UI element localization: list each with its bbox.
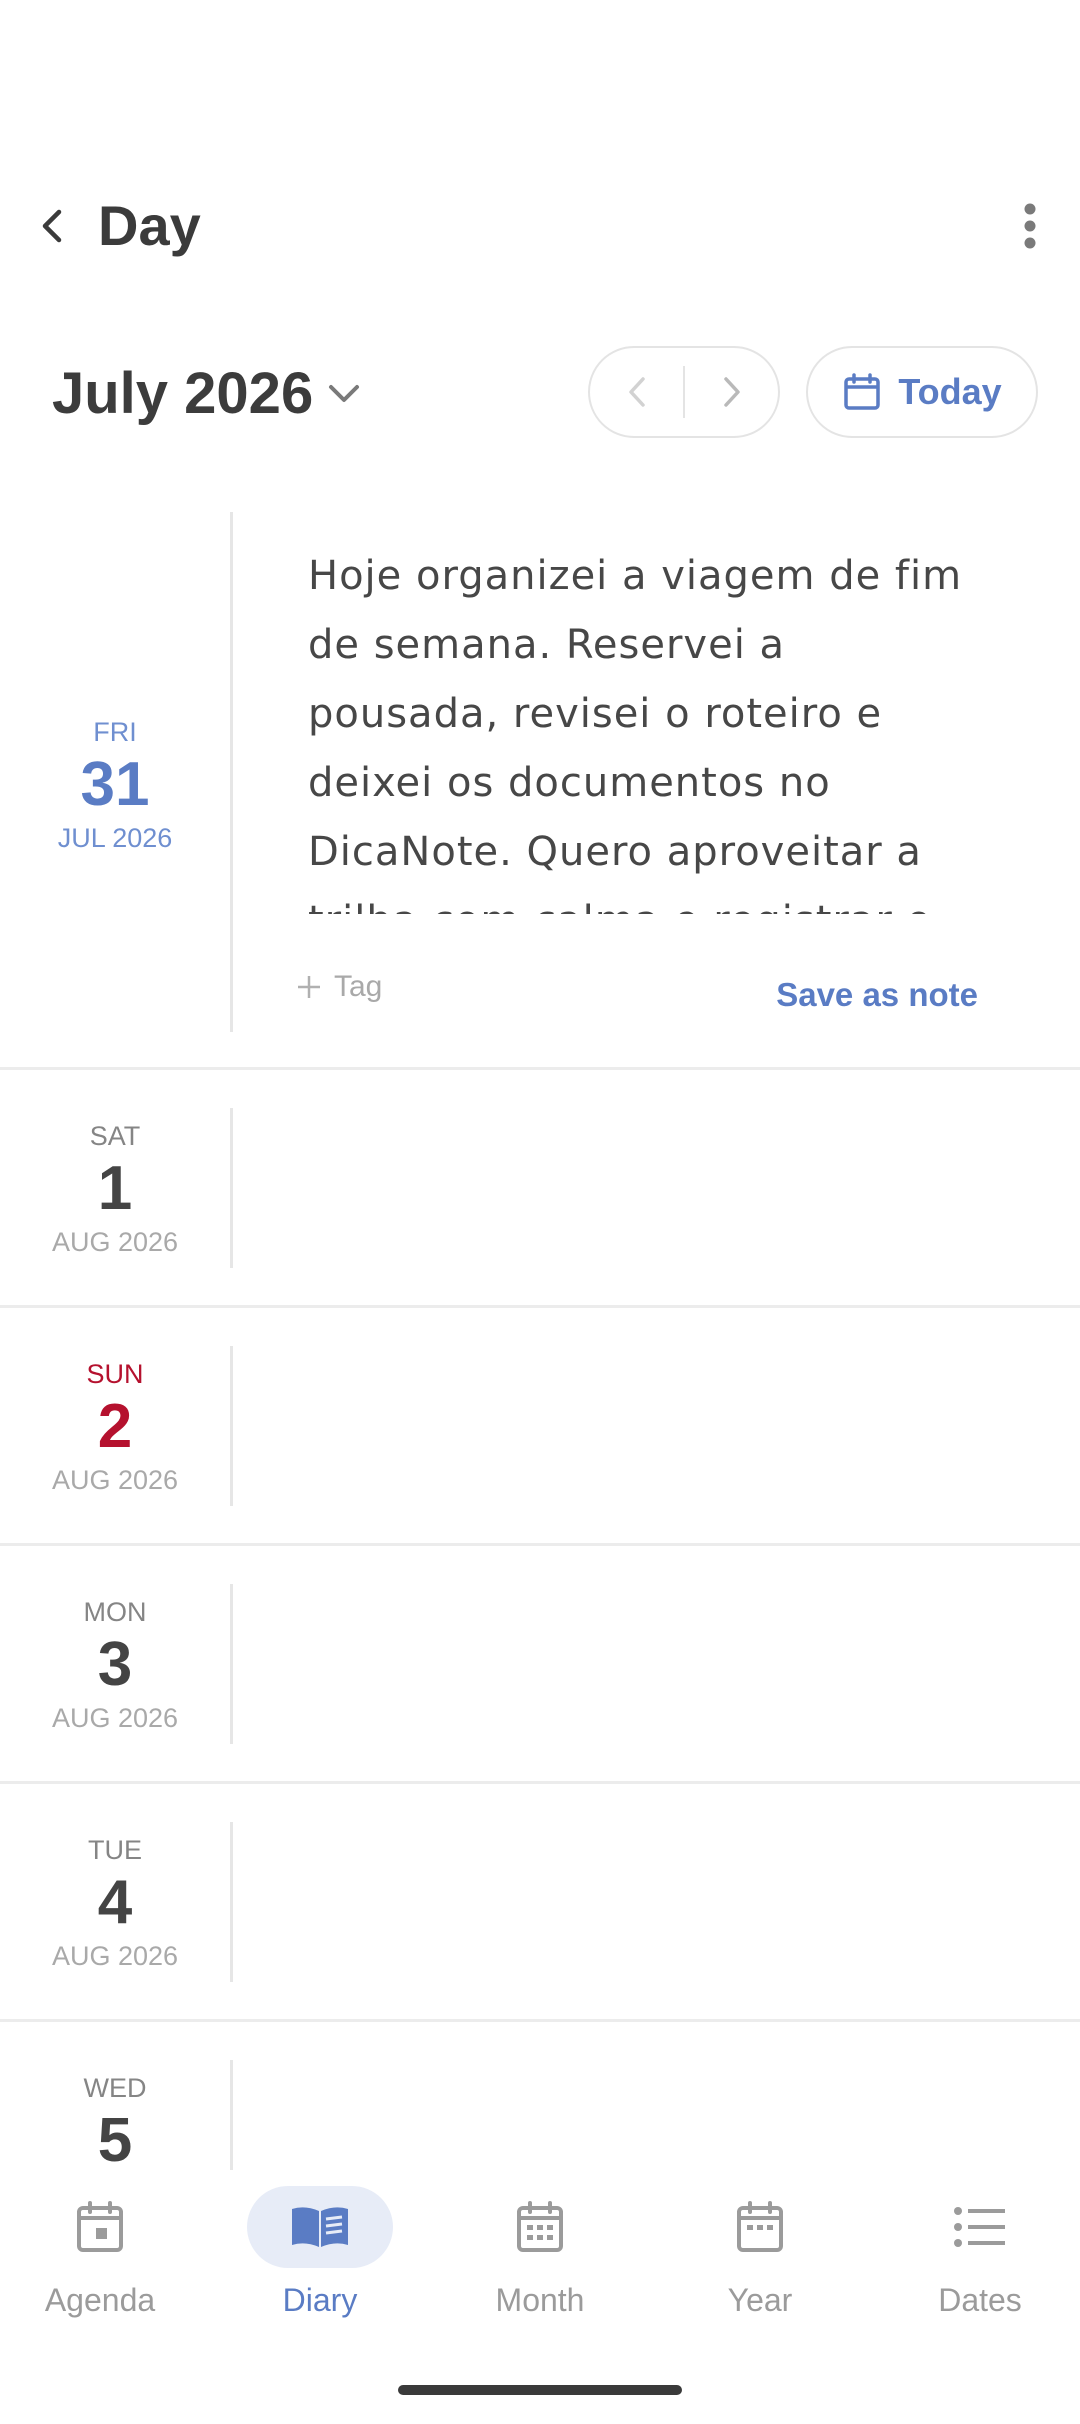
- save-as-note-button[interactable]: Save as note: [776, 976, 978, 1014]
- diary-day-row[interactable]: MON 3 AUG 2026: [0, 1546, 1080, 1784]
- nav-item-diary[interactable]: Diary: [220, 2186, 420, 2336]
- nav-label: Diary: [282, 2282, 358, 2318]
- back-button[interactable]: [22, 192, 82, 260]
- year-calendar-icon: [737, 2201, 783, 2252]
- day-number: 2: [97, 1392, 133, 1461]
- day-number: 4: [97, 1868, 133, 1937]
- date-divider: [230, 512, 233, 1032]
- month-calendar-icon: [517, 2201, 563, 2252]
- date-divider: [230, 1822, 233, 1982]
- add-tag-button[interactable]: Tag: [296, 970, 382, 1004]
- plus-icon: [298, 976, 320, 998]
- month-label: July 2026: [52, 361, 314, 426]
- page-title: Day: [98, 194, 201, 257]
- date-column: SUN 2 AUG 2026: [0, 1308, 230, 1546]
- day-of-week: TUE: [88, 1835, 142, 1865]
- agenda-icon: [77, 2201, 123, 2252]
- date-divider: [230, 1108, 233, 1268]
- dates-list-icon: [954, 2207, 1005, 2247]
- date-column: TUE 4 AUG 2026: [0, 1784, 230, 2022]
- status-bar-area: [0, 0, 1080, 170]
- day-of-week: SAT: [89, 1121, 141, 1151]
- diary-day-row[interactable]: TUE 4 AUG 2026: [0, 1784, 1080, 2022]
- day-number: 5: [97, 2106, 133, 2175]
- day-of-week: WED: [83, 2073, 147, 2103]
- diary-entry-text[interactable]: Hoje organizei a viagem de fim de semana…: [308, 542, 988, 914]
- bottom-navigation: Agenda Diary Month Year Dates: [0, 2170, 1080, 2340]
- month-year: JUL 2026: [57, 823, 173, 853]
- home-indicator[interactable]: [398, 2385, 682, 2395]
- period-nav-pill: [588, 346, 780, 438]
- day-of-week: FRI: [93, 717, 137, 747]
- chevron-left-icon: [628, 377, 645, 407]
- nav-icon-container: [907, 2186, 1053, 2268]
- nav-icon-container: [687, 2186, 833, 2268]
- nav-label: Year: [727, 2282, 793, 2318]
- month-year: AUG 2026: [51, 1941, 179, 1971]
- calendar-icon: [844, 373, 881, 410]
- nav-icon-container: [467, 2186, 613, 2268]
- nav-item-agenda[interactable]: Agenda: [0, 2186, 200, 2336]
- more-options-button[interactable]: [1000, 192, 1060, 260]
- month-selector[interactable]: July 2026: [52, 356, 361, 432]
- diary-day-row[interactable]: SUN 2 AUG 2026: [0, 1308, 1080, 1546]
- more-vertical-icon: [1024, 203, 1036, 249]
- date-column: MON 3 AUG 2026: [0, 1546, 230, 1784]
- diary-list: FRI 31 JUL 2026 Hoje organizei a viagem …: [0, 500, 1080, 2260]
- month-bar: July 2026 Today: [0, 340, 1080, 450]
- nav-label: Agenda: [44, 2282, 156, 2318]
- nav-item-year[interactable]: Year: [660, 2186, 860, 2336]
- month-year: AUG 2026: [51, 1703, 179, 1733]
- app-header: Day: [0, 170, 1080, 282]
- day-of-week: SUN: [86, 1359, 144, 1389]
- date-divider: [230, 1584, 233, 1744]
- date-divider: [230, 1346, 233, 1506]
- previous-period-button[interactable]: [590, 348, 683, 436]
- nav-item-month[interactable]: Month: [440, 2186, 640, 2336]
- nav-item-dates[interactable]: Dates: [880, 2186, 1080, 2336]
- day-number: 1: [97, 1154, 133, 1223]
- tag-label: Tag: [334, 970, 383, 1003]
- chevron-down-icon: [329, 385, 360, 402]
- date-column: SAT 1 AUG 2026: [0, 1070, 230, 1308]
- day-number: 3: [97, 1630, 133, 1699]
- chevron-right-icon: [723, 377, 740, 407]
- day-number: 31: [80, 750, 150, 819]
- month-year: AUG 2026: [51, 1465, 179, 1495]
- diary-book-icon: [292, 2207, 348, 2247]
- nav-icon-container: [27, 2186, 173, 2268]
- date-column: FRI 31 JUL 2026: [0, 500, 230, 1070]
- diary-day-row[interactable]: SAT 1 AUG 2026: [0, 1070, 1080, 1308]
- diary-day-row[interactable]: FRI 31 JUL 2026 Hoje organizei a viagem …: [0, 500, 1080, 1070]
- today-label: Today: [898, 371, 1002, 412]
- today-button[interactable]: Today: [806, 346, 1038, 438]
- month-year: AUG 2026: [51, 1227, 179, 1257]
- chevron-left-icon: [42, 209, 62, 243]
- day-of-week: MON: [83, 1597, 147, 1627]
- nav-label: Month: [495, 2282, 585, 2318]
- next-period-button[interactable]: [685, 348, 778, 436]
- nav-label: Dates: [938, 2282, 1022, 2318]
- nav-icon-container: [247, 2186, 393, 2268]
